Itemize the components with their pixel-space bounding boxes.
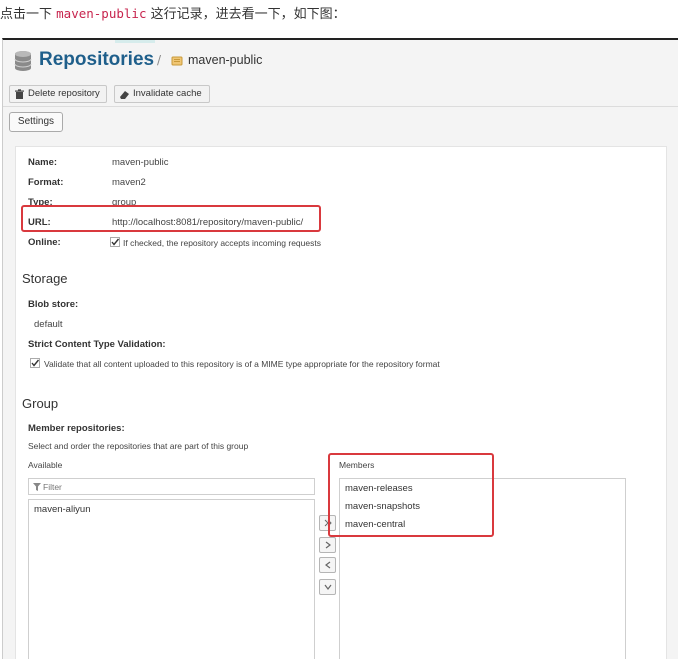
chevron-left-icon xyxy=(325,561,331,569)
members-highlight-box xyxy=(328,453,494,537)
group-heading: Group xyxy=(22,396,59,411)
nexus-window: Repositories / maven-public Delete repos… xyxy=(2,38,678,659)
caption-after: 这行记录，进去看一下，如下图： xyxy=(150,7,346,22)
move-right-button[interactable] xyxy=(319,537,336,553)
url-highlight-box xyxy=(21,205,321,232)
breadcrumb-separator: / xyxy=(157,53,162,67)
available-column-label: Available xyxy=(28,460,63,470)
member-repositories-help: Select and order the repositories that a… xyxy=(28,441,249,451)
repository-icon xyxy=(171,56,183,66)
breadcrumb-repo-name: maven-public xyxy=(188,53,263,67)
online-label: Online: xyxy=(28,237,61,248)
article-caption: 点击一下 maven-public 这行记录，进去看一下，如下图： xyxy=(0,3,346,22)
chevron-down-icon xyxy=(324,584,332,590)
format-value: maven2 xyxy=(112,177,146,188)
move-left-button[interactable] xyxy=(319,557,336,573)
name-label: Name: xyxy=(28,157,58,168)
caption-before: 点击一下 xyxy=(0,7,53,22)
filter-input[interactable] xyxy=(43,480,303,493)
strict-validation-label: Strict Content Type Validation: xyxy=(28,339,166,350)
tab-settings[interactable]: Settings xyxy=(9,112,63,132)
settings-panel: Name: maven-public Format: maven2 Type: … xyxy=(15,146,667,659)
filter-icon xyxy=(33,483,41,491)
available-list[interactable]: maven-aliyun xyxy=(28,499,315,659)
page-title[interactable]: Repositories xyxy=(39,49,154,71)
delete-repository-button[interactable]: Delete repository xyxy=(9,85,107,103)
member-repositories-label: Member repositories: xyxy=(28,423,125,434)
strict-validation-checkbox[interactable] xyxy=(30,358,40,368)
format-label: Format: xyxy=(28,177,64,188)
invalidate-cache-button[interactable]: Invalidate cache xyxy=(114,85,210,103)
strict-validation-text: Validate that all content uploaded to th… xyxy=(44,359,440,369)
online-help-text: If checked, the repository accepts incom… xyxy=(123,238,321,248)
database-icon xyxy=(14,51,32,71)
online-checkbox[interactable] xyxy=(110,237,120,247)
blob-store-value: default xyxy=(34,319,63,330)
filter-field[interactable] xyxy=(28,478,315,495)
trash-icon xyxy=(15,89,24,99)
page-header: Repositories / maven-public xyxy=(3,40,678,84)
toolbar-divider xyxy=(3,106,678,107)
name-value: maven-public xyxy=(112,157,169,168)
available-item[interactable]: maven-aliyun xyxy=(34,504,91,515)
storage-heading: Storage xyxy=(22,271,68,286)
caption-code: maven-public xyxy=(56,6,147,21)
delete-repository-label: Delete repository xyxy=(28,88,100,99)
blob-store-label: Blob store: xyxy=(28,299,79,310)
eraser-icon xyxy=(120,91,129,99)
chevron-right-icon xyxy=(325,541,331,549)
invalidate-cache-label: Invalidate cache xyxy=(133,88,202,99)
move-down-button[interactable] xyxy=(319,579,336,595)
